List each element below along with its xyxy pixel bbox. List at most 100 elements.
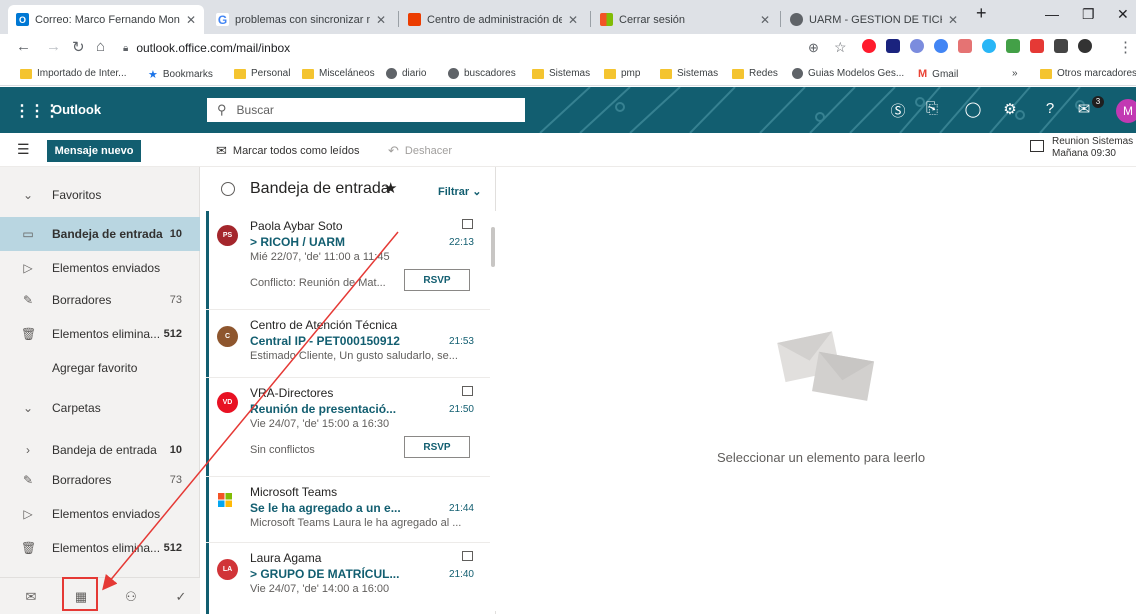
bookmark-folder[interactable]: Personal (234, 68, 290, 79)
bookmark-link[interactable]: Guias Modelos Ges... (792, 68, 904, 79)
new-tab-button[interactable]: + (976, 3, 987, 24)
scrollbar-thumb[interactable] (491, 227, 495, 267)
settings-gear-icon[interactable]: ⚙ (1000, 100, 1020, 120)
nav-favorite-drafts[interactable]: ✎ Borradores 73 (0, 283, 200, 317)
megaphone-icon[interactable]: ✉ (1074, 100, 1094, 120)
mark-all-read-button[interactable]: ✉ Marcar todos como leídos (216, 143, 359, 159)
puzzle-icon[interactable] (1054, 39, 1068, 53)
item-count: 73 (169, 294, 182, 306)
nav-folder-sent[interactable]: ▷ Elementos enviados (0, 497, 200, 531)
tab-admin-center[interactable]: Centro de administración de M ✕ (400, 5, 586, 34)
rsvp-button[interactable]: RSVP (404, 436, 470, 458)
extension-icon[interactable] (886, 39, 900, 53)
envelopes-illustration-icon (777, 331, 875, 401)
bookmark-link[interactable]: diario (386, 68, 426, 79)
favorite-star-icon[interactable]: ★ (384, 179, 397, 197)
more-bookmarks-button[interactable]: » (1012, 68, 1018, 79)
empty-state-text: Seleccionar un elemento para leerlo (717, 450, 926, 465)
teams-icon[interactable]: ⎘ (922, 100, 942, 120)
people-icon[interactable]: ⚇ (122, 589, 140, 605)
list-item[interactable]: Microsoft Teams Se le ha agregado a un e… (206, 477, 490, 543)
bookmark-folder[interactable]: Misceláneos (302, 68, 375, 79)
reminder-time: Mañana 09:30 (1052, 148, 1116, 159)
other-bookmarks-folder[interactable]: Otros marcadores (1040, 68, 1136, 79)
close-icon[interactable]: ✕ (568, 13, 578, 27)
skype-icon[interactable]: Ⓢ (888, 100, 908, 120)
extension-icon[interactable] (982, 39, 996, 53)
list-item[interactable]: VD VRA-Directores Reunión de presentació… (206, 378, 490, 477)
bookmark-folder[interactable]: ★ Bookmarks (148, 68, 213, 81)
nav-favorite-sent[interactable]: ▷ Elementos enviados (0, 251, 200, 285)
tab-title: UARM - GESTION DE TICKETS (809, 13, 942, 26)
message-list-scrollbar[interactable] (490, 211, 496, 611)
nav-favorite-inbox[interactable]: ▭ Bandeja de entrada 10 (0, 217, 200, 251)
pencil-icon: ✎ (22, 293, 34, 307)
folders-header[interactable]: ⌄ Carpetas (0, 391, 200, 425)
profile-icon[interactable] (1078, 39, 1092, 53)
bookmark-star-icon[interactable]: ☆ (834, 39, 847, 56)
nav-folder-inbox[interactable]: › Bandeja de entrada 10 (0, 433, 200, 467)
close-icon[interactable]: ✕ (186, 13, 196, 27)
tab-sign-out[interactable]: Cerrar sesión ✕ (592, 5, 778, 34)
opera-extension-icon[interactable] (862, 39, 876, 53)
bookmark-folder[interactable]: Sistemas (532, 68, 590, 79)
nav-folder-deleted[interactable]: 🗑︎ Elementos elimina... 512 (0, 531, 200, 565)
folder-icon (234, 68, 246, 79)
url-field[interactable]: 🔒︎ outlook.office.com/mail/inbox (123, 38, 823, 58)
upcoming-event-reminder[interactable]: Reunion Sistemas Mañana 09:30 (1030, 136, 1133, 160)
back-icon[interactable]: ← (16, 38, 31, 55)
app-header: ⋮⋮⋮ Outlook ⚲ Buscar Ⓢ ⎘ ◯ ⚙ ? ✉ 3 M (0, 87, 1136, 133)
minimize-icon[interactable]: — (1045, 6, 1059, 22)
nav-favorite-deleted[interactable]: 🗑︎ Elementos elimina... 512 (0, 317, 200, 351)
folder-pane: ⌄ Favoritos ▭ Bandeja de entrada 10 ▷ El… (0, 167, 200, 614)
hamburger-menu-icon[interactable]: ☰ (17, 141, 30, 158)
close-icon[interactable]: ✕ (948, 13, 958, 27)
bookmark-link[interactable]: buscadores (448, 68, 516, 79)
window-close-icon[interactable]: ✕ (1117, 6, 1129, 23)
bookmark-link[interactable]: M Gmail (918, 68, 958, 80)
list-item[interactable]: PS Paola Aybar Soto > RICOH / UARM 22:13… (206, 211, 490, 310)
close-icon[interactable]: ✕ (376, 13, 386, 27)
search-input[interactable]: ⚲ Buscar (207, 98, 525, 122)
reload-icon[interactable]: ↻ (72, 38, 85, 56)
extension-icon[interactable] (934, 39, 948, 53)
extension-icon[interactable] (910, 39, 924, 53)
select-all-checkbox[interactable] (221, 182, 235, 196)
tab-tickets[interactable]: UARM - GESTION DE TICKETS ✕ (782, 5, 966, 34)
message-time: 21:50 (448, 404, 474, 415)
lightbulb-icon[interactable]: ◯ (963, 100, 983, 120)
extension-icon[interactable] (1006, 39, 1020, 53)
new-message-button[interactable]: Mensaje nuevo (47, 140, 141, 162)
list-item[interactable]: LA Laura Agama > GRUPO DE MATRÍCUL... 21… (206, 543, 490, 614)
list-item[interactable]: C Centro de Atención Técnica Central IP … (206, 310, 490, 378)
envelope-open-icon: ✉ (216, 143, 227, 158)
folder-title: Bandeja de entrada (250, 180, 390, 197)
tab-google-search[interactable]: G problemas con sincronizar mic ✕ (208, 5, 394, 34)
tab-outlook[interactable]: O Correo: Marco Fernando Mono ✕ (8, 5, 204, 34)
avatar[interactable]: M (1116, 99, 1136, 123)
app-brand[interactable]: Outlook (52, 102, 101, 117)
add-favorite-link[interactable]: Agregar favorito (0, 351, 200, 385)
filter-button[interactable]: Filtrar ⌄ (438, 185, 481, 198)
mail-icon[interactable]: ✉ (22, 589, 40, 605)
avatar: LA (217, 559, 238, 580)
menu-icon[interactable]: ⋮ (1118, 38, 1133, 56)
bookmark-folder[interactable]: Sistemas (660, 68, 718, 79)
close-icon[interactable]: ✕ (760, 13, 770, 27)
bookmark-folder[interactable]: Redes (732, 68, 778, 79)
shield-extension-icon[interactable] (1030, 39, 1044, 53)
home-icon[interactable]: ⌂ (96, 38, 105, 55)
help-icon[interactable]: ? (1040, 100, 1060, 120)
extension-icon[interactable] (958, 39, 972, 53)
restore-icon[interactable]: ❐ (1082, 6, 1095, 23)
zoom-icon[interactable]: ⊕ (808, 40, 819, 56)
bookmark-folder[interactable]: Importado de Inter... (20, 68, 127, 79)
undo-button[interactable]: ↶ Deshacer (388, 143, 452, 159)
rsvp-button[interactable]: RSVP (404, 269, 470, 291)
forward-icon[interactable]: → (46, 38, 61, 55)
google-icon: G (216, 12, 229, 27)
bookmark-folder[interactable]: pmp (604, 68, 640, 79)
nav-folder-drafts[interactable]: ✎ Borradores 73 (0, 463, 200, 497)
todo-check-icon[interactable]: ✓ (172, 589, 190, 605)
favorites-header[interactable]: ⌄ Favoritos (0, 178, 200, 212)
